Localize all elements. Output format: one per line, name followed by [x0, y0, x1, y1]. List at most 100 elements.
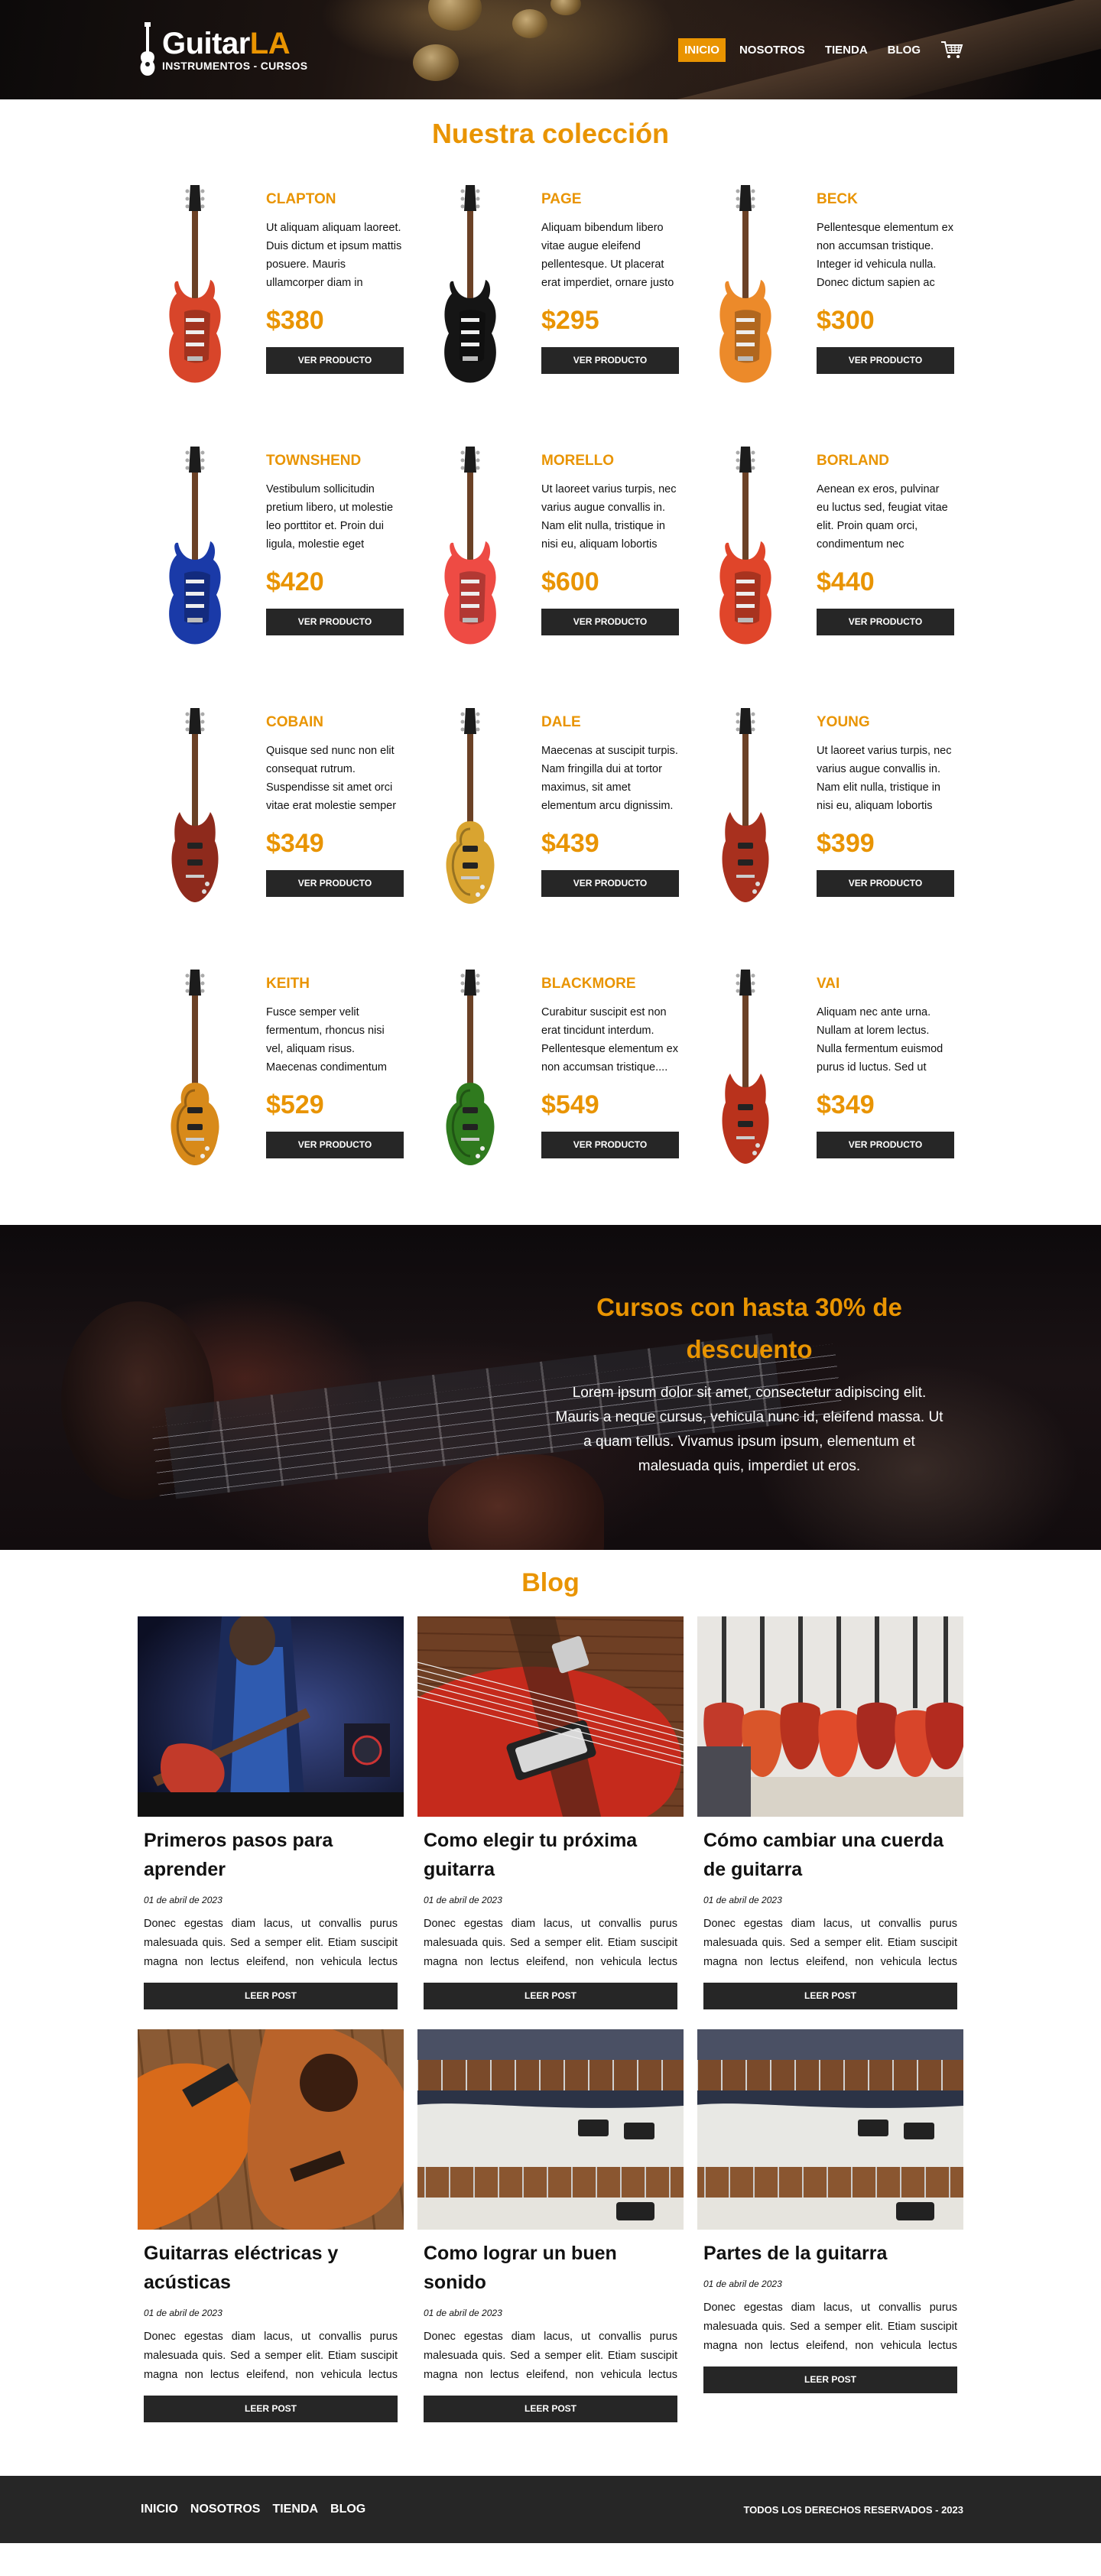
product-guitar-image[interactable]	[688, 968, 803, 1171]
read-post-button[interactable]: LEER POST	[144, 2396, 398, 2422]
nav-link-blog[interactable]: BLOG	[882, 38, 927, 62]
guitar-logo-icon	[140, 22, 155, 76]
blog-post-image[interactable]	[697, 1616, 963, 1817]
blog-post-excerpt: Donec egestas diam lacus, ut convallis p…	[424, 1918, 677, 1968]
view-product-button[interactable]: VER PRODUCTO	[541, 870, 679, 897]
site-header: GuitarLA INSTRUMENTOS - CURSOS INICIO NO…	[0, 0, 1101, 99]
view-product-button[interactable]: VER PRODUCTO	[541, 1132, 679, 1158]
blog-title: Blog	[521, 1568, 580, 1597]
view-product-button[interactable]: VER PRODUCTO	[817, 870, 954, 897]
product-name: DALE	[541, 714, 581, 730]
product-card: CLAPTON Ut aliquam aliquam laoreet. Duis…	[138, 184, 413, 387]
blog-post-excerpt: Donec egestas diam lacus, ut convallis p…	[703, 1918, 957, 1968]
product-name: VAI	[817, 976, 840, 992]
view-product-button[interactable]: VER PRODUCTO	[541, 347, 679, 374]
blog-post-title[interactable]: Como elegir tu próxima guitarra	[424, 1826, 677, 1884]
nav-link-nosotros[interactable]: NOSOTROS	[733, 38, 811, 62]
blog-post-image[interactable]	[138, 1616, 404, 1817]
product-price: $420	[266, 567, 324, 596]
footer-link-nosotros[interactable]: NOSOTROS	[190, 2503, 261, 2516]
product-name: BECK	[817, 191, 858, 207]
product-guitar-image[interactable]	[138, 445, 252, 648]
product-description: Aliquam bibendum libero vitae augue elei…	[541, 222, 674, 289]
view-product-button[interactable]: VER PRODUCTO	[541, 609, 679, 635]
product-card: TOWNSHEND Vestibulum sollicitudin pretiu…	[138, 445, 413, 648]
view-product-button[interactable]: VER PRODUCTO	[266, 870, 404, 897]
courses-text: Lorem ipsum dolor sit amet, consectetur …	[555, 1385, 943, 1474]
product-card: YOUNG Ut laoreet varius turpis, nec vari…	[688, 707, 963, 910]
product-guitar-image[interactable]	[688, 707, 803, 910]
read-post-button[interactable]: LEER POST	[424, 1983, 677, 2009]
view-product-button[interactable]: VER PRODUCTO	[266, 1132, 404, 1158]
product-guitar-image[interactable]	[413, 968, 528, 1171]
blog-post-card: Partes de la guitarra 01 de abril de 202…	[697, 2029, 963, 2422]
blog-post-card: Como lograr un buen sonido 01 de abril d…	[417, 2029, 684, 2422]
main-nav: INICIO NOSOTROS TIENDA BLOG	[678, 37, 963, 62]
site-footer: INICIO NOSOTROS TIENDA BLOG TODOS LOS DE…	[0, 2476, 1101, 2543]
blog-post-image[interactable]	[417, 2029, 684, 2230]
product-name: COBAIN	[266, 714, 323, 730]
product-card: DALE Maecenas at suscipit turpis. Nam fr…	[413, 707, 688, 910]
product-price: $600	[541, 567, 599, 596]
product-card: KEITH Fusce semper velit fermentum, rhon…	[138, 968, 413, 1171]
blog-grid: Primeros pasos para aprender 01 de abril…	[138, 1616, 963, 2422]
blog-post-excerpt: Donec egestas diam lacus, ut convallis p…	[144, 2331, 398, 2381]
blog-post-date: 01 de abril de 2023	[144, 2308, 222, 2318]
blog-post-card: Como elegir tu próxima guitarra 01 de ab…	[417, 1616, 684, 2009]
product-card: COBAIN Quisque sed nunc non elit consequ…	[138, 707, 413, 910]
blog-post-title[interactable]: Guitarras eléctricas y acústicas	[144, 2239, 398, 2297]
shopping-cart-icon[interactable]	[940, 40, 963, 60]
view-product-button[interactable]: VER PRODUCTO	[817, 1132, 954, 1158]
product-name: TOWNSHEND	[266, 453, 362, 469]
view-product-button[interactable]: VER PRODUCTO	[266, 609, 404, 635]
logo-accent-text: LA	[249, 27, 291, 60]
blog-post-date: 01 de abril de 2023	[703, 1895, 782, 1905]
courses-title: Cursos con hasta 30% de descuento	[596, 1293, 902, 1363]
read-post-button[interactable]: LEER POST	[424, 2396, 677, 2422]
blog-post-excerpt: Donec egestas diam lacus, ut convallis p…	[424, 2331, 677, 2381]
nav-link-tienda[interactable]: TIENDA	[819, 38, 874, 62]
view-product-button[interactable]: VER PRODUCTO	[817, 347, 954, 374]
view-product-button[interactable]: VER PRODUCTO	[817, 609, 954, 635]
footer-link-inicio[interactable]: INICIO	[141, 2503, 178, 2516]
blog-post-date: 01 de abril de 2023	[424, 2308, 502, 2318]
product-guitar-image[interactable]	[138, 968, 252, 1171]
blog-post-title[interactable]: Primeros pasos para aprender	[144, 1826, 398, 1884]
product-guitar-image[interactable]	[138, 184, 252, 387]
read-post-button[interactable]: LEER POST	[703, 1983, 957, 2009]
blog-post-card: Guitarras eléctricas y acústicas 01 de a…	[138, 2029, 404, 2422]
footer-link-tienda[interactable]: TIENDA	[272, 2503, 318, 2516]
product-guitar-image[interactable]	[413, 184, 528, 387]
logo[interactable]: GuitarLA INSTRUMENTOS - CURSOS	[138, 22, 307, 77]
logo-subtitle: INSTRUMENTOS - CURSOS	[162, 60, 308, 72]
blog-post-excerpt: Donec egestas diam lacus, ut convallis p…	[703, 2302, 957, 2352]
read-post-button[interactable]: LEER POST	[703, 2366, 957, 2393]
product-guitar-image[interactable]	[413, 707, 528, 910]
product-guitar-image[interactable]	[688, 445, 803, 648]
blog-section: Blog Primeros pasos para aprender 01 de …	[0, 1550, 1101, 2422]
footer-link-blog[interactable]: BLOG	[330, 2503, 365, 2516]
read-post-button[interactable]: LEER POST	[144, 1983, 398, 2009]
blog-post-image[interactable]	[697, 2029, 963, 2230]
blog-post-card: Cómo cambiar una cuerda de guitarra 01 d…	[697, 1616, 963, 2009]
product-price: $529	[266, 1090, 324, 1119]
product-price: $349	[817, 1090, 875, 1119]
product-price: $300	[817, 306, 875, 335]
nav-link-inicio[interactable]: INICIO	[678, 37, 726, 62]
product-name: BORLAND	[817, 453, 889, 469]
blog-post-title[interactable]: Partes de la guitarra	[703, 2239, 957, 2268]
blog-post-image[interactable]	[138, 2029, 404, 2230]
products-grid: CLAPTON Ut aliquam aliquam laoreet. Duis…	[138, 184, 963, 1171]
blog-post-title[interactable]: Como lograr un buen sonido	[424, 2239, 677, 2297]
product-price: $295	[541, 306, 599, 335]
blog-post-title[interactable]: Cómo cambiar una cuerda de guitarra	[703, 1826, 957, 1884]
product-name: BLACKMORE	[541, 976, 636, 992]
collection-section: Nuestra colección CLAPTON Ut aliquam ali…	[0, 99, 1101, 1171]
product-guitar-image[interactable]	[688, 184, 803, 387]
product-card: VAI Aliquam nec ante urna. Nullam at lor…	[688, 968, 963, 1171]
product-guitar-image[interactable]	[413, 445, 528, 648]
product-card: BLACKMORE Curabitur suscipit est non era…	[413, 968, 688, 1171]
view-product-button[interactable]: VER PRODUCTO	[266, 347, 404, 374]
product-guitar-image[interactable]	[138, 707, 252, 910]
blog-post-image[interactable]	[417, 1616, 684, 1817]
